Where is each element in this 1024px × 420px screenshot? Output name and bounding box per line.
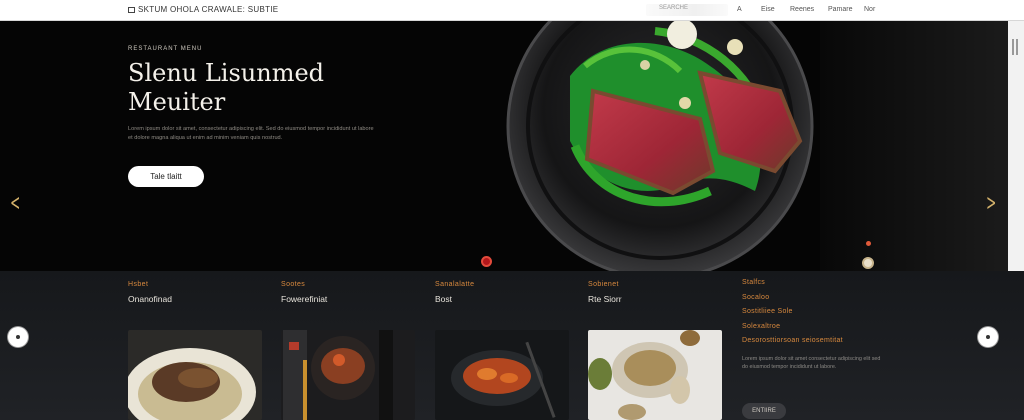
accent-dot-icon xyxy=(866,241,871,246)
hero-backdrop xyxy=(820,21,1020,271)
menu-section: Hsbet Onanofinad Sootes Fowerefiniat San… xyxy=(0,271,1024,420)
feature-button[interactable]: ENTIIRE xyxy=(742,403,786,419)
category-1[interactable]: Hsbet Onanofinad xyxy=(128,281,172,304)
top-nav-bar: SKTUM OHOLA CRAWALE: SUBTIE SEARCHE A Ei… xyxy=(0,0,1024,21)
hero-banner: RESTAURANT MENU Slenu Lisunmed Meuiter L… xyxy=(0,21,1024,271)
brand[interactable]: SKTUM OHOLA CRAWALE: SUBTIE xyxy=(128,5,278,14)
logo-icon xyxy=(128,7,135,13)
feature-item[interactable]: Socaloo xyxy=(742,294,922,309)
prev-slide-chevron-icon[interactable]: < xyxy=(10,191,20,216)
slide-indicator-ring[interactable] xyxy=(862,257,874,269)
nav-item-pamare[interactable]: Pamare xyxy=(828,6,853,13)
scroll-handle[interactable] xyxy=(1012,39,1018,55)
nav-item-reenes[interactable]: Reenes xyxy=(790,6,814,13)
search-placeholder: SEARCHE xyxy=(659,5,689,11)
hero-cta-button[interactable]: Tale tlaitt xyxy=(128,166,204,187)
carousel-next-button[interactable] xyxy=(978,327,998,347)
category-label: Sobienet xyxy=(588,281,619,288)
category-2[interactable]: Sootes Fowerefiniat xyxy=(281,281,327,304)
carousel-prev-button[interactable] xyxy=(8,327,28,347)
hero-title: Slenu Lisunmed Meuiter xyxy=(128,59,388,117)
hero-scroll-edge[interactable] xyxy=(1008,21,1024,271)
feature-item[interactable]: Solexaltroe xyxy=(742,323,922,338)
hero-title-line-2: Meuiter xyxy=(128,88,226,116)
category-name: Onanofinad xyxy=(128,294,172,304)
feature-item[interactable]: Sostitliiee Sole xyxy=(742,308,922,323)
slide-indicator-dot[interactable] xyxy=(481,256,492,267)
category-4[interactable]: Sobienet Rte Siorr xyxy=(588,281,622,304)
category-label: Sanalalatte xyxy=(435,281,475,288)
dish-card-image[interactable] xyxy=(435,330,569,420)
hero-description: Lorem ipsum dolor sit amet, consectetur … xyxy=(128,126,374,141)
hero-eyebrow: RESTAURANT MENU xyxy=(128,46,203,52)
search-input[interactable]: SEARCHE xyxy=(646,4,728,16)
dot-icon xyxy=(16,335,20,339)
nav-item-nor[interactable]: Nor xyxy=(864,6,875,13)
category-name: Rte Siorr xyxy=(588,294,622,304)
nav-item-eise[interactable]: Eise xyxy=(761,6,775,13)
nav-item-a[interactable]: A xyxy=(737,6,742,13)
dot-icon xyxy=(986,335,990,339)
hero-title-line-1: Slenu Lisunmed xyxy=(128,59,325,87)
feature-item[interactable]: Stalfcs xyxy=(742,279,922,294)
feature-headline: Desorosttiorsoan seiosemtitat xyxy=(742,337,843,344)
category-name: Fowerefiniat xyxy=(281,294,328,304)
brand-name: SKTUM OHOLA CRAWALE: SUBTIE xyxy=(138,5,279,14)
category-label: Hsbet xyxy=(128,281,149,288)
next-slide-chevron-icon[interactable]: > xyxy=(986,191,996,216)
feature-panel: Stalfcs Socaloo Sostitliiee Sole Solexal… xyxy=(742,279,922,419)
hero-plate-image xyxy=(506,21,814,271)
feature-description: Lorem ipsum dolor sit amet consectetur a… xyxy=(742,355,881,370)
category-3[interactable]: Sanalalatte Bost xyxy=(435,281,474,304)
dish-card-image[interactable] xyxy=(128,330,262,420)
category-label: Sootes xyxy=(281,281,306,288)
dish-card-image[interactable] xyxy=(588,330,722,420)
category-name: Bost xyxy=(435,294,453,304)
dish-card-image[interactable] xyxy=(281,330,415,420)
